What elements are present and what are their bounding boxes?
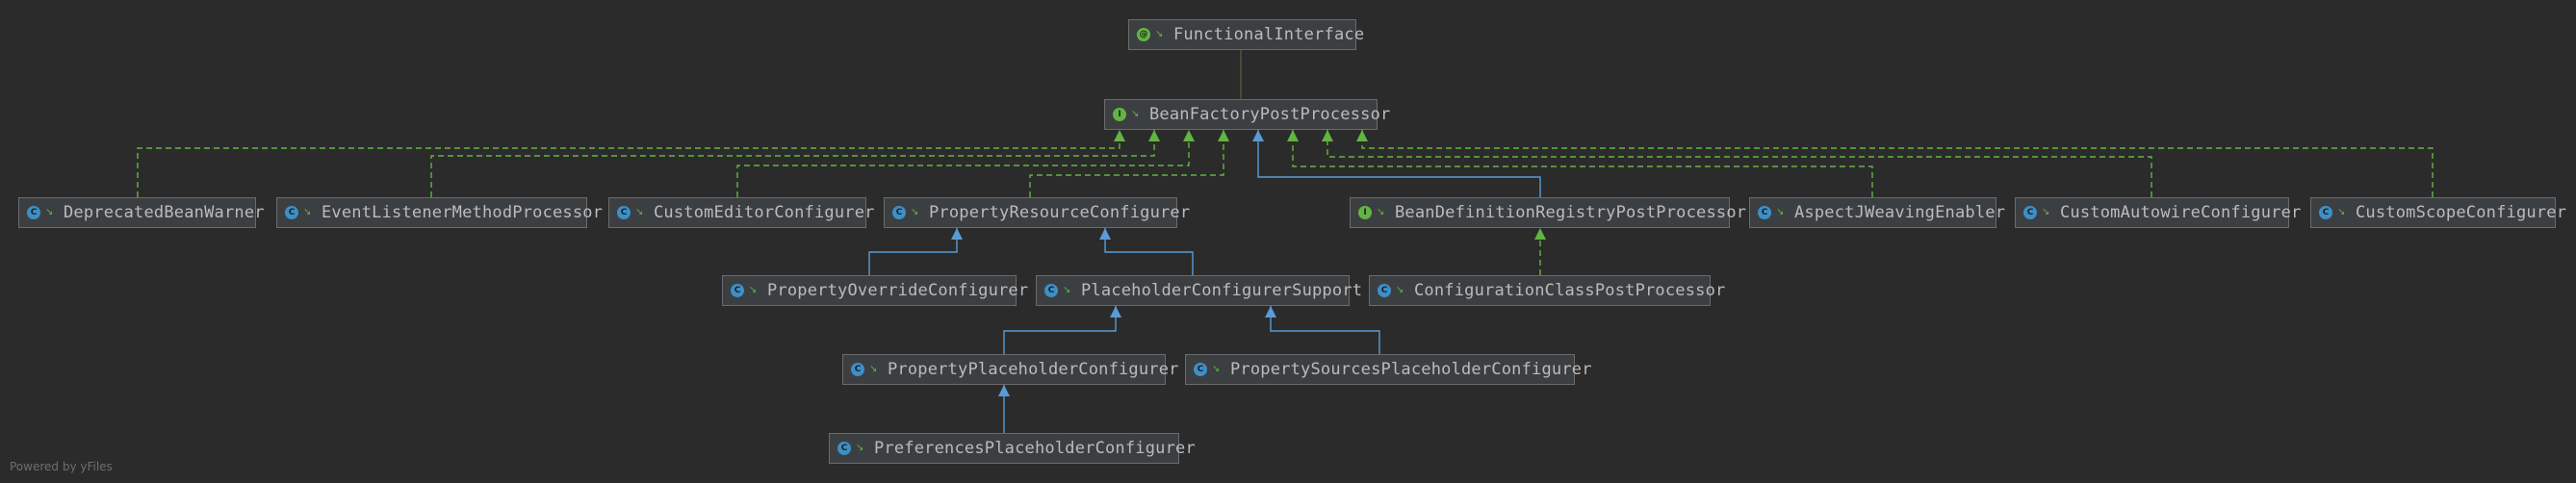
edge-beandefinitionregistrypostprocessor-to-beanfactorypostprocessor [1257, 130, 1541, 197]
node-propertysourcesplaceholderconfigurer[interactable]: C ↘ PropertySourcesPlaceholderConfigurer [1185, 354, 1591, 385]
node-customscopeconfigurer[interactable]: C ↘ CustomScopeConfigurer [2310, 197, 2566, 228]
edge-aspectjweavingenabler-to-beanfactorypostprocessor [1292, 130, 1873, 197]
class-icon: C [837, 442, 851, 455]
arrowhead-customautowireconfigurer [1322, 130, 1333, 141]
class-icon: C [2319, 206, 2332, 219]
public-visibility-icon: ↘ [1063, 285, 1071, 295]
node-label: CustomScopeConfigurer [2356, 203, 2567, 222]
class-icon: C [285, 206, 298, 219]
interface-icon: I [1113, 108, 1126, 121]
public-visibility-icon: ↘ [2337, 207, 2346, 217]
node-label: PreferencesPlaceholderConfigurer [874, 439, 1196, 458]
diagram-canvas: @ ↘ FunctionalInterface I ↘ BeanFactoryPostPr… [0, 0, 2576, 483]
node-label: PropertyResourceConfigurer [929, 203, 1191, 222]
node-customautowireconfigurer[interactable]: C ↘ CustomAutowireConfigurer [2015, 197, 2301, 228]
arrowhead-propertysourcesplaceholderconfigurer [1265, 306, 1276, 318]
class-icon: C [617, 206, 631, 219]
node-propertyresourceconfigurer[interactable]: C ↘ PropertyResourceConfigurer [884, 197, 1190, 228]
public-visibility-icon: ↘ [1776, 207, 1785, 217]
annotation-icon: @ [1137, 28, 1150, 41]
node-label: CustomEditorConfigurer [654, 203, 875, 222]
node-label: ConfigurationClassPostProcessor [1414, 281, 1726, 300]
interface-icon: I [1358, 206, 1372, 219]
node-label: PropertyPlaceholderConfigurer [888, 360, 1179, 379]
public-visibility-icon: ↘ [1155, 29, 1164, 39]
arrowhead-configurationclasspostprocessor [1534, 228, 1546, 240]
arrowhead-deprecatedbeanwarner [1114, 130, 1125, 141]
arrowhead-placeholderconfigurersupport [1099, 228, 1111, 240]
edge-propertyplaceholderconfigurer-to-placeholderconfigurersupport [1003, 306, 1117, 354]
arrowhead-propertyresourceconfigurer [1218, 130, 1229, 141]
edge-propertyoverrideconfigurer-to-propertyresourceconfigurer [868, 228, 958, 275]
class-icon: C [1378, 284, 1391, 297]
node-propertyplaceholderconfigurer[interactable]: C ↘ PropertyPlaceholderConfigurer [842, 354, 1178, 385]
node-functionalinterface[interactable]: @ ↘ FunctionalInterface [1128, 19, 1364, 50]
node-label: DeprecatedBeanWarner [64, 203, 265, 222]
arrowhead-propertyoverrideconfigurer [951, 228, 963, 240]
arrowhead-aspectjweavingenabler [1287, 130, 1299, 141]
public-visibility-icon: ↘ [1131, 109, 1140, 119]
arrowhead-propertyplaceholderconfigurer [1110, 306, 1121, 318]
node-aspectjweavingenabler[interactable]: C ↘ AspectJWeavingEnabler [1749, 197, 2005, 228]
edge-customautowireconfigurer-to-beanfactorypostprocessor [1327, 130, 2152, 197]
public-visibility-icon: ↘ [1377, 207, 1385, 217]
node-customeditorconfigurer[interactable]: C ↘ CustomEditorConfigurer [608, 197, 874, 228]
node-beandefinitionregistrypostprocessor[interactable]: I ↘ BeanDefinitionRegistryPostProcessor [1350, 197, 1746, 228]
node-label: CustomAutowireConfigurer [2060, 203, 2302, 222]
class-icon: C [851, 363, 864, 376]
public-visibility-icon: ↘ [856, 443, 864, 453]
edge-placeholderconfigurersupport-to-propertyresourceconfigurer [1104, 228, 1194, 275]
node-label: BeanFactoryPostProcessor [1149, 105, 1391, 124]
public-visibility-icon: ↘ [635, 207, 644, 217]
node-placeholderconfigurersupport[interactable]: C ↘ PlaceholderConfigurerSupport [1036, 275, 1362, 306]
class-icon: C [892, 206, 906, 219]
arrowhead-preferencesplaceholderconfigurer [998, 385, 1010, 396]
arrowhead-eventlistenermethodprocessor [1148, 130, 1160, 141]
powered-by-footer: Powered by yFiles [10, 460, 113, 473]
edge-propertysourcesplaceholderconfigurer-to-placeholderconfigurersupport [1270, 306, 1380, 354]
class-icon: C [27, 206, 40, 219]
node-label: AspectJWeavingEnabler [1794, 203, 2006, 222]
public-visibility-icon: ↘ [45, 207, 54, 217]
node-deprecatedbeanwarner[interactable]: C ↘ DeprecatedBeanWarner [18, 197, 265, 228]
node-configurationclasspostprocessor[interactable]: C ↘ ConfigurationClassPostProcessor [1369, 275, 1725, 306]
arrowhead-beandefinitionregistrypostprocessor [1252, 130, 1264, 141]
node-label: EventListenerMethodProcessor [322, 203, 604, 222]
node-label: FunctionalInterface [1173, 25, 1365, 44]
public-visibility-icon: ↘ [749, 285, 758, 295]
edge-propertyresourceconfigurer-to-beanfactorypostprocessor [1029, 130, 1224, 197]
node-label: BeanDefinitionRegistryPostProcessor [1395, 203, 1747, 222]
public-visibility-icon: ↘ [2042, 207, 2050, 217]
edges-layer [137, 50, 2434, 433]
node-label: PropertyOverrideConfigurer [767, 281, 1029, 300]
class-icon: C [1044, 284, 1058, 297]
node-preferencesplaceholderconfigurer[interactable]: C ↘ PreferencesPlaceholderConfigurer [829, 433, 1196, 464]
arrowhead-customscopeconfigurer [1356, 130, 1368, 141]
node-label: PlaceholderConfigurerSupport [1081, 281, 1363, 300]
public-visibility-icon: ↘ [303, 207, 312, 217]
edge-deprecatedbeanwarner-to-beanfactorypostprocessor [137, 130, 1121, 197]
node-label: PropertySourcesPlaceholderConfigurer [1230, 360, 1592, 379]
class-icon: C [1194, 363, 1207, 376]
class-icon: C [1758, 206, 1771, 219]
public-visibility-icon: ↘ [1396, 285, 1404, 295]
edge-eventlistenermethodprocessor-to-beanfactorypostprocessor [430, 130, 1155, 197]
public-visibility-icon: ↘ [869, 364, 878, 374]
public-visibility-icon: ↘ [1212, 364, 1221, 374]
class-icon: C [2023, 206, 2037, 219]
node-eventlistenermethodprocessor[interactable]: C ↘ EventListenerMethodProcessor [276, 197, 603, 228]
arrowhead-customeditorconfigurer [1183, 130, 1195, 141]
class-icon: C [731, 284, 744, 297]
node-propertyoverrideconfigurer[interactable]: C ↘ PropertyOverrideConfigurer [722, 275, 1028, 306]
public-visibility-icon: ↘ [911, 207, 919, 217]
node-beanfactorypostprocessor[interactable]: I ↘ BeanFactoryPostProcessor [1104, 99, 1390, 130]
edge-customscopeconfigurer-to-beanfactorypostprocessor [1361, 130, 2434, 197]
